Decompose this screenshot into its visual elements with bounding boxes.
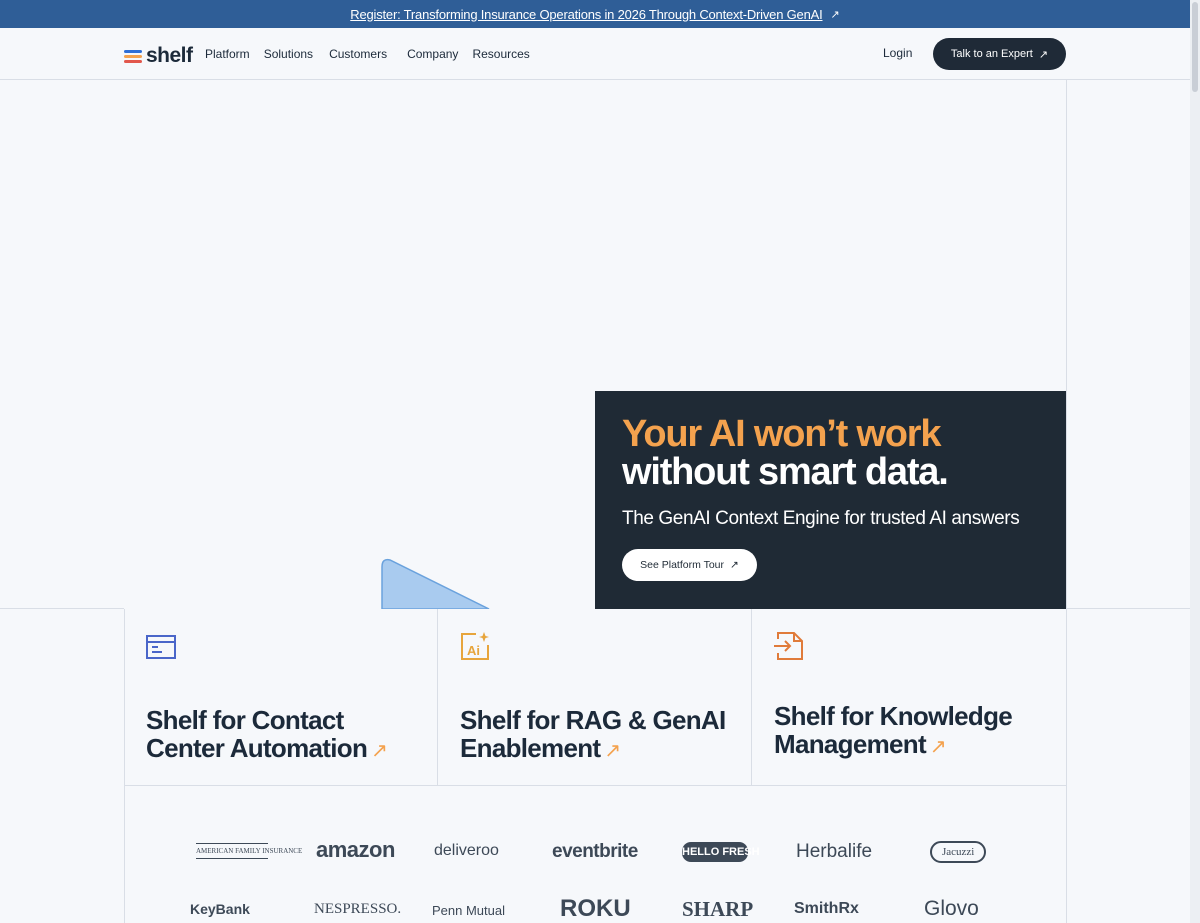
knowledge-import-icon [774, 632, 803, 660]
customer-logo-glovo: Glovo [924, 897, 979, 920]
hero-illustration [381, 558, 490, 609]
logo-mark-icon [124, 49, 142, 63]
customer-logos: AMERICAN FAMILY INSURANCE amazon deliver… [124, 785, 1066, 923]
customer-logo-amazon: amazon [316, 837, 395, 862]
ai-sparkle-icon: Ai [461, 632, 489, 660]
customer-logo-smithrx: SmithRx [794, 900, 859, 917]
login-link[interactable]: Login [883, 46, 912, 60]
contact-center-icon [146, 635, 176, 659]
nav-item-resources[interactable]: Resources [472, 47, 529, 61]
customer-logo-eventbrite: eventbrite [552, 841, 638, 862]
logo-word: shelf [146, 44, 193, 67]
talk-to-expert-button[interactable]: Talk to an Expert ↗ [933, 38, 1066, 70]
announcement-link[interactable]: Register: Transforming Insurance Operati… [350, 7, 822, 22]
card-title: Shelf for Contact Center Automation ↗ [146, 706, 426, 765]
arrow-icon: ↗ [604, 740, 621, 762]
main-nav: shelf Platform Solutions Customers Compa… [0, 28, 1190, 80]
card-rag-genai[interactable]: Ai Shelf for RAG & GenAI Enablement ↗ [438, 609, 752, 785]
platform-tour-label: See Platform Tour [640, 559, 725, 571]
hero-headline-line2: without smart data. [622, 451, 949, 493]
external-arrow-icon: ↗ [1038, 48, 1049, 61]
announcement-bar: Register: Transforming Insurance Operati… [0, 0, 1190, 28]
card-knowledge-management[interactable]: Shelf for Knowledge Management ↗ [752, 609, 1066, 785]
page: Register: Transforming Insurance Operati… [0, 0, 1200, 923]
card-title-text: Shelf for RAG & GenAI Enablement [460, 705, 726, 763]
card-title-text: Shelf for Contact Center Automation [146, 705, 368, 763]
divider [1066, 80, 1067, 923]
arrow-icon: ↗ [371, 740, 388, 762]
hero-headline: Your AI won’t work without smart data. [622, 413, 949, 493]
scrollbar[interactable] [1190, 0, 1200, 923]
customer-logo-roku: ROKU [560, 895, 631, 922]
card-contact-center[interactable]: Shelf for Contact Center Automation ↗ [124, 609, 438, 785]
platform-tour-button[interactable]: See Platform Tour ↗ [622, 549, 757, 581]
customer-logo-nespresso: NESPRESSO. [314, 901, 402, 917]
card-title: Shelf for Knowledge Management ↗ [774, 702, 1054, 761]
customer-logo-keybank: KeyBank [190, 901, 250, 917]
card-title: Shelf for RAG & GenAI Enablement ↗ [460, 706, 740, 765]
shelf-logo[interactable]: shelf [124, 44, 193, 68]
nav-item-solutions[interactable]: Solutions [264, 47, 313, 61]
hero-headline-line1: Your AI won’t work [622, 413, 941, 455]
hero-illustration-area [124, 80, 595, 609]
customer-logo-american-family: AMERICAN FAMILY INSURANCE [196, 843, 302, 859]
customer-logo-jacuzzi: Jacuzzi [930, 841, 987, 863]
card-title-text: Shelf for Knowledge Management [774, 701, 1013, 759]
nav-item-platform[interactable]: Platform [205, 47, 250, 61]
customer-logo-deliveroo: deliveroo [434, 842, 499, 859]
solution-cards: Shelf for Contact Center Automation ↗ Ai … [124, 609, 1066, 785]
customer-logo-hellofresh: HELLO FRESH [682, 842, 760, 862]
talk-to-expert-label: Talk to an Expert [950, 48, 1033, 60]
customer-logo-herbalife: Herbalife [796, 841, 873, 862]
nav-item-company[interactable]: Company [407, 47, 458, 61]
hero-empty-panel [595, 80, 1066, 391]
customer-logo-sharp: SHARP [682, 897, 754, 921]
external-arrow-icon: ↗ [730, 559, 739, 571]
external-arrow-icon: ↗ [830, 8, 840, 21]
scrollbar-thumb[interactable] [1192, 2, 1198, 92]
hero-subtitle: The GenAI Context Engine for trusted AI … [622, 508, 1020, 529]
nav-menu: Platform Solutions Customers Company Res… [205, 47, 530, 61]
arrow-icon: ↗ [929, 736, 947, 758]
customer-logo-penn-mutual: Penn Mutual [432, 903, 505, 918]
hero-panel: Your AI won’t work without smart data. T… [595, 391, 1066, 609]
svg-text:Ai: Ai [467, 643, 480, 658]
nav-item-customers[interactable]: Customers [329, 47, 387, 61]
